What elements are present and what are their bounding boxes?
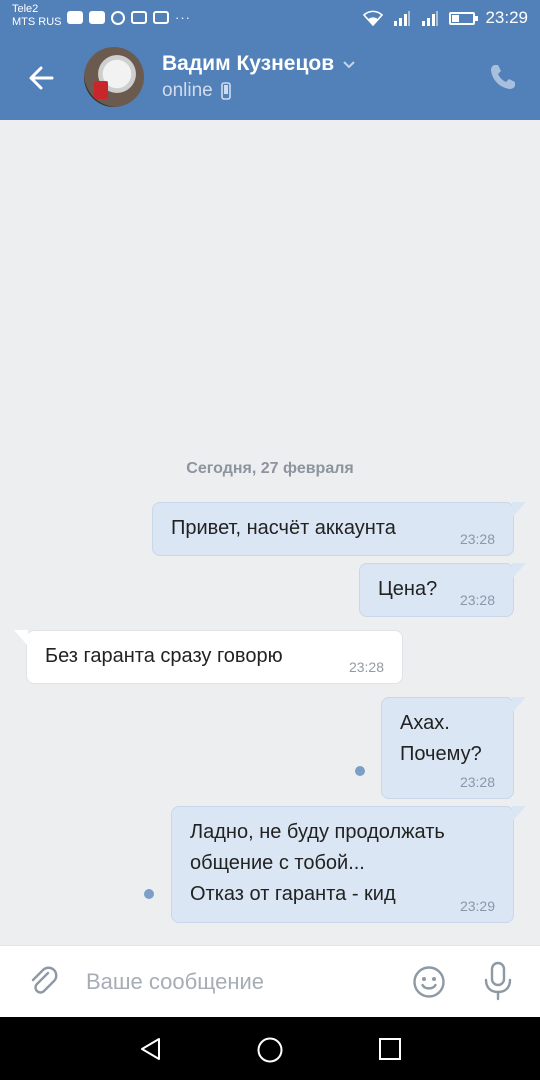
smile-icon[interactable] bbox=[412, 965, 446, 999]
battery-icon bbox=[449, 11, 479, 25]
nav-recent-apps-icon[interactable] bbox=[378, 1037, 402, 1061]
message-text: Цена? bbox=[378, 578, 438, 600]
message-time: 23:28 bbox=[459, 531, 495, 547]
wifi-icon bbox=[363, 10, 384, 26]
nav-back-icon[interactable] bbox=[138, 1036, 164, 1062]
chrome-icon bbox=[111, 10, 125, 25]
contact-name-label: Вадим Кузнецов bbox=[162, 52, 335, 75]
chevron-down-icon bbox=[343, 61, 355, 69]
clock: 23:29 bbox=[485, 8, 528, 27]
carrier-labels: Tele2 MTS RUS bbox=[12, 3, 62, 29]
phone-icon[interactable] bbox=[488, 62, 518, 92]
app-header: Tele2 MTS RUS ··· 23:29 Вадим Кузнецов o… bbox=[0, 0, 540, 120]
system-nav-bar bbox=[0, 1017, 540, 1080]
status-bar: Tele2 MTS RUS ··· 23:29 bbox=[0, 0, 540, 36]
message-text: Привет, насчёт аккаунта bbox=[171, 517, 396, 539]
message-text: Ахах. Почему? bbox=[400, 712, 482, 765]
message-time: 23:28 bbox=[459, 774, 495, 790]
message-input[interactable] bbox=[86, 964, 386, 1000]
message-time: 23:28 bbox=[459, 592, 495, 608]
play-store-icon bbox=[153, 11, 169, 24]
youtube-icon bbox=[89, 11, 105, 24]
message-bubble-out[interactable]: Ладно, не буду продолжать общение с тобо… bbox=[171, 806, 526, 923]
carrier-2: MTS RUS bbox=[12, 16, 62, 28]
contact-status: online bbox=[162, 80, 231, 102]
signal-icon-1 bbox=[394, 11, 411, 26]
message-time: 23:29 bbox=[459, 898, 495, 914]
signal-icon-2 bbox=[422, 11, 439, 26]
more-notifications: ··· bbox=[175, 10, 191, 25]
online-status: online bbox=[162, 80, 213, 101]
date-separator: Сегодня, 27 февраля bbox=[186, 460, 354, 477]
notification-icons: ··· bbox=[67, 10, 191, 25]
contact-name[interactable]: Вадим Кузнецов bbox=[162, 52, 356, 76]
message-text: Без гаранта сразу говорю bbox=[45, 645, 283, 667]
nav-home-icon[interactable] bbox=[256, 1036, 284, 1064]
system-status: 23:29 bbox=[363, 8, 528, 28]
avatar[interactable] bbox=[84, 47, 144, 107]
mobile-icon bbox=[220, 82, 231, 100]
carrier-1: Tele2 bbox=[12, 3, 39, 15]
microphone-icon[interactable] bbox=[482, 961, 514, 1001]
message-list[interactable]: Сегодня, 27 февраля Привет, насчёт аккау… bbox=[0, 120, 540, 945]
message-bubble-out[interactable]: Цена? 23:28 bbox=[359, 563, 526, 617]
unread-indicator bbox=[144, 889, 154, 899]
unread-indicator bbox=[355, 766, 365, 776]
message-bubble-in[interactable]: Без гаранта сразу говорю 23:28 bbox=[14, 630, 403, 684]
arrow-left-icon[interactable] bbox=[22, 60, 62, 96]
message-composer bbox=[0, 945, 540, 1017]
paperclip-icon[interactable] bbox=[26, 964, 60, 998]
message-text: Ладно, не буду продолжать общение с тобо… bbox=[190, 821, 445, 905]
message-bubble-out[interactable]: Привет, насчёт аккаунта 23:28 bbox=[152, 502, 526, 556]
image-icon bbox=[131, 11, 147, 24]
notification-icon bbox=[67, 11, 83, 24]
message-bubble-out[interactable]: Ахах. Почему? 23:28 bbox=[381, 697, 526, 799]
message-time: 23:28 bbox=[348, 659, 384, 675]
